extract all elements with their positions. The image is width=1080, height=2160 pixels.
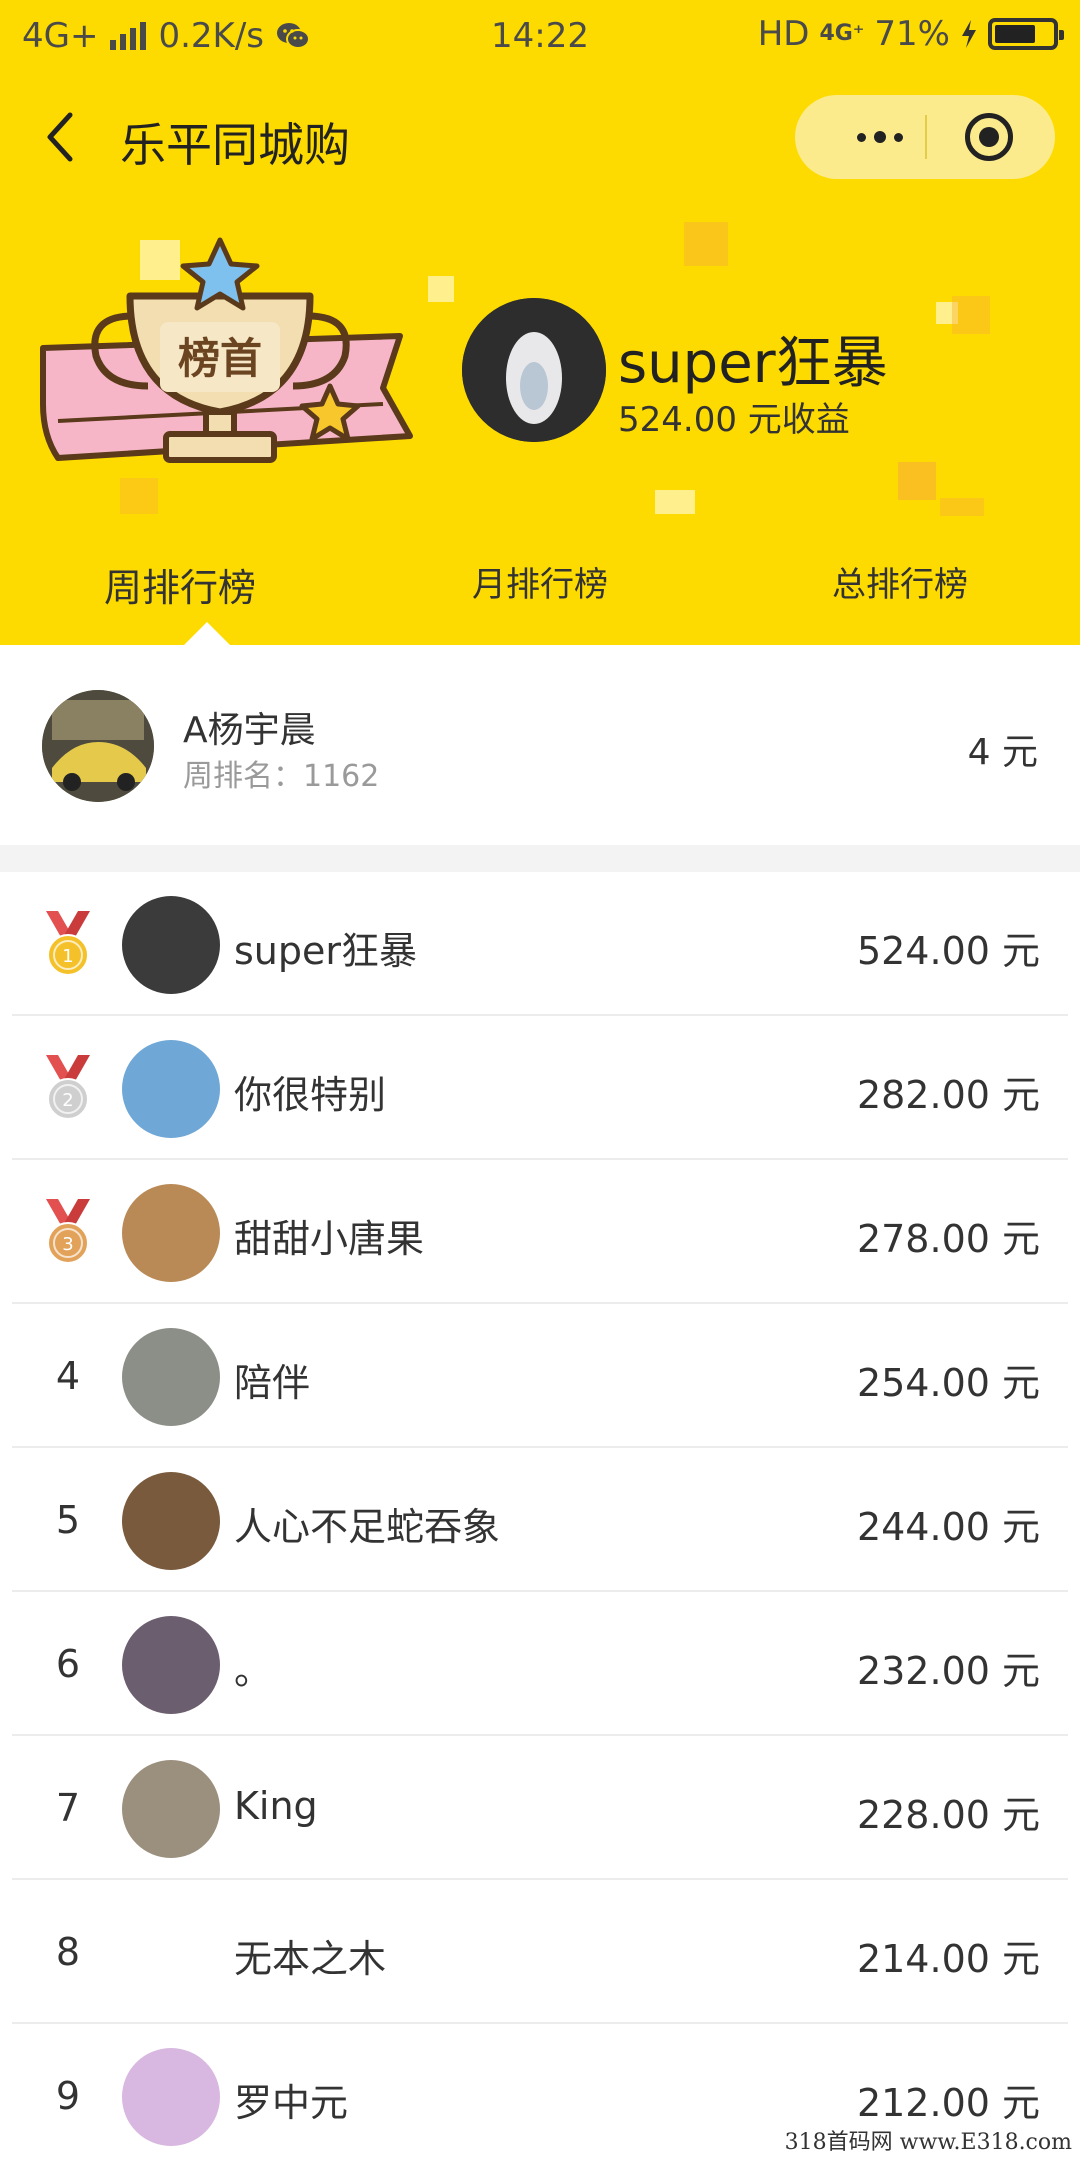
ranking-tabs: 周排行榜 月排行榜 总排行榜 [0,545,1080,645]
user-amount: 524.00 元 [856,929,1040,973]
user-name: 陪伴 [234,1361,311,1405]
user-name: 甜甜小唐果 [234,1217,425,1261]
rank-number: 5 [55,1498,81,1542]
bronze-medal-icon: 3 [28,1160,108,1304]
my-avatar[interactable] [42,690,154,802]
user-name: 无本之木 [234,1937,387,1981]
user-avatar[interactable] [122,896,220,994]
my-amount: 4 元 [967,732,1038,773]
rank-number: 7 [55,1786,81,1830]
rank-number: 8 [55,1930,81,1974]
header-banner: 4G+ 0.2K/s 14:22 HD 4G⁺ 71% 乐平同城购 榜首 sup… [0,0,1080,646]
user-name: King [234,1784,318,1828]
chevron-left-icon[interactable] [36,107,86,167]
list-item[interactable]: 8 无本之木 214.00 元 [0,1880,1080,2024]
decor-square [655,490,695,514]
user-avatar[interactable] [122,1472,220,1570]
mini-program-capsule [795,95,1055,179]
tab-monthly[interactable]: 月排行榜 [360,545,720,645]
sneaker-photo [462,298,606,442]
trophy-illustration: 榜首 [40,237,413,463]
user-amount: 232.00 元 [856,1649,1040,1693]
decor-square [940,498,984,516]
status-right: HD 4G⁺ 71% [757,14,1064,54]
list-item[interactable]: 1 super狂暴 524.00 元 [0,872,1080,1016]
watermark-text: 318首码网 www.E318.com [784,2130,1072,2155]
top-user-name: super狂暴 [618,331,888,396]
user-name: super狂暴 [234,929,418,973]
user-avatar[interactable] [122,1184,220,1282]
decor-square [684,222,728,266]
decor-square [898,462,936,500]
list-item[interactable]: 5 人心不足蛇吞象 244.00 元 [0,1448,1080,1592]
user-amount: 254.00 元 [856,1361,1040,1405]
gold-medal-icon: 1 [28,872,108,1016]
charging-icon [962,20,976,48]
hd-label: HD [757,14,810,54]
battery-icon [988,18,1064,50]
user-amount: 282.00 元 [856,1073,1040,1117]
user-amount: 212.00 元 [856,2081,1040,2125]
list-item[interactable]: 6 。 232.00 元 [0,1592,1080,1736]
medal-number: 3 [62,1234,73,1255]
my-rank-card: A杨宇晨 周排名：1162 4 元 [0,645,1080,845]
my-weekly-rank: 周排名：1162 [183,759,380,794]
rank-number: 4 [55,1354,81,1398]
user-name: 人心不足蛇吞象 [234,1505,501,1549]
decor-square [428,276,454,302]
user-avatar[interactable] [122,1328,220,1426]
medal-number: 1 [62,946,73,967]
target-close-icon[interactable] [965,113,1013,161]
medal-number: 2 [62,1090,73,1111]
rank-number: 9 [55,2074,81,2118]
status-bar: 4G+ 0.2K/s 14:22 HD 4G⁺ 71% [0,0,1080,75]
rank-number: 6 [55,1642,81,1686]
battery-fill [995,25,1035,43]
user-avatar[interactable] [122,2048,220,2146]
user-avatar[interactable] [122,1760,220,1858]
user-name: 。 [234,1649,273,1693]
top-user-earnings: 524.00 元收益 [618,400,850,440]
more-dots-icon[interactable] [835,95,925,179]
car-photo [42,690,154,802]
page-title: 乐平同城购 [120,118,350,172]
my-name: A杨宇晨 [183,710,316,751]
silver-medal-icon: 2 [28,1016,108,1160]
tab-total[interactable]: 总排行榜 [720,545,1080,645]
user-amount: 228.00 元 [856,1793,1040,1837]
capsule-divider [925,115,927,159]
tab-weekly[interactable]: 周排行榜 [0,545,360,645]
user-amount: 278.00 元 [856,1217,1040,1261]
battery-percent: 71% [874,14,950,54]
network-type-2: 4G⁺ [819,21,865,46]
list-item[interactable]: 4 陪伴 254.00 元 [0,1304,1080,1448]
leaderboard-list: 1 super狂暴 524.00 元 2 你很特别 282.00 元 3 甜甜小唐果 278.0… [0,872,1080,2160]
decor-square [952,296,990,334]
list-item[interactable]: 2 你很特别 282.00 元 [0,1016,1080,1160]
list-item[interactable]: 7 King 228.00 元 [0,1736,1080,1880]
user-name: 罗中元 [234,2081,349,2125]
active-tab-indicator [183,622,231,646]
top-user-avatar[interactable] [462,298,606,442]
user-avatar[interactable] [122,1904,220,2002]
user-amount: 214.00 元 [856,1937,1040,1981]
user-avatar[interactable] [122,1616,220,1714]
user-name: 你很特别 [234,1073,387,1117]
trophy-text: 榜首 [178,334,262,383]
user-amount: 244.00 元 [856,1505,1040,1549]
list-item[interactable]: 3 甜甜小唐果 278.00 元 [0,1160,1080,1304]
nav-bar: 乐平同城购 [0,75,1080,205]
user-avatar[interactable] [122,1040,220,1138]
